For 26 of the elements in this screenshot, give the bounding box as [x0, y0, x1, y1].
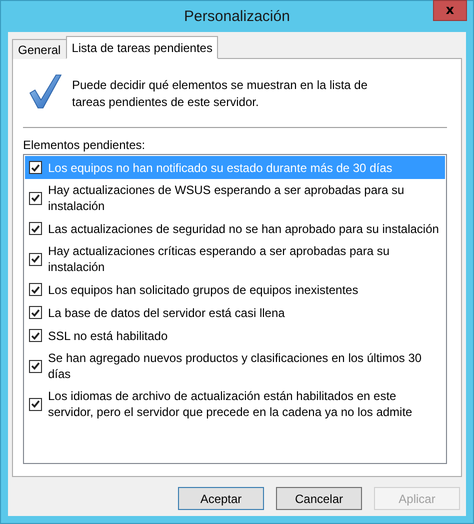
list-label: Elementos pendientes: — [23, 137, 146, 154]
list-item[interactable]: Los equipos han solicitado grupos de equipos inexistentes — [25, 278, 445, 301]
list-item[interactable]: Se han agregado nuevos productos y clasificaciones en los últimos 30 días — [25, 347, 445, 385]
list-item[interactable]: Las actualizaciones de seguridad no se han aprobado para su instalación — [25, 217, 445, 240]
list-item[interactable]: Hay actualizaciones críticas esperando a ser aprobadas para su instalación — [25, 240, 445, 278]
checkbox[interactable] — [29, 192, 42, 204]
checkbox[interactable] — [29, 306, 42, 319]
tab[interactable]: Lista de tareas pendientes — [66, 36, 218, 59]
checkmark-icon — [28, 73, 62, 109]
list-item[interactable]: La base de datos del servidor está casi llena — [25, 301, 445, 324]
close-button[interactable]: x — [433, 0, 467, 21]
checkbox[interactable] — [29, 329, 42, 342]
dialog-button[interactable]: Aceptar — [178, 487, 264, 510]
checkbox[interactable] — [29, 283, 42, 296]
tab[interactable]: General — [12, 39, 67, 59]
checkbox[interactable] — [29, 161, 42, 174]
checkbox[interactable] — [29, 398, 42, 410]
window-title: Personalización — [184, 8, 290, 25]
checkbox[interactable] — [29, 360, 42, 372]
checkbox[interactable] — [29, 222, 42, 235]
description-text: Puede decidir qué elementos se muestran en la lista de tareas pendientes de este servidor. — [72, 77, 369, 111]
list-item[interactable]: SSL no está habilitado — [25, 324, 445, 347]
list-item[interactable]: Los idiomas de archivo de actualización están habilitados en este servidor, pero el servidor que precede en la cadena ya no los admite — [25, 385, 445, 423]
checkbox[interactable] — [29, 252, 42, 266]
dialog-button[interactable]: Cancelar — [276, 487, 362, 510]
list-item[interactable]: Hay actualizaciones de WSUS esperando a ser aprobadas para su instalación — [25, 179, 445, 217]
